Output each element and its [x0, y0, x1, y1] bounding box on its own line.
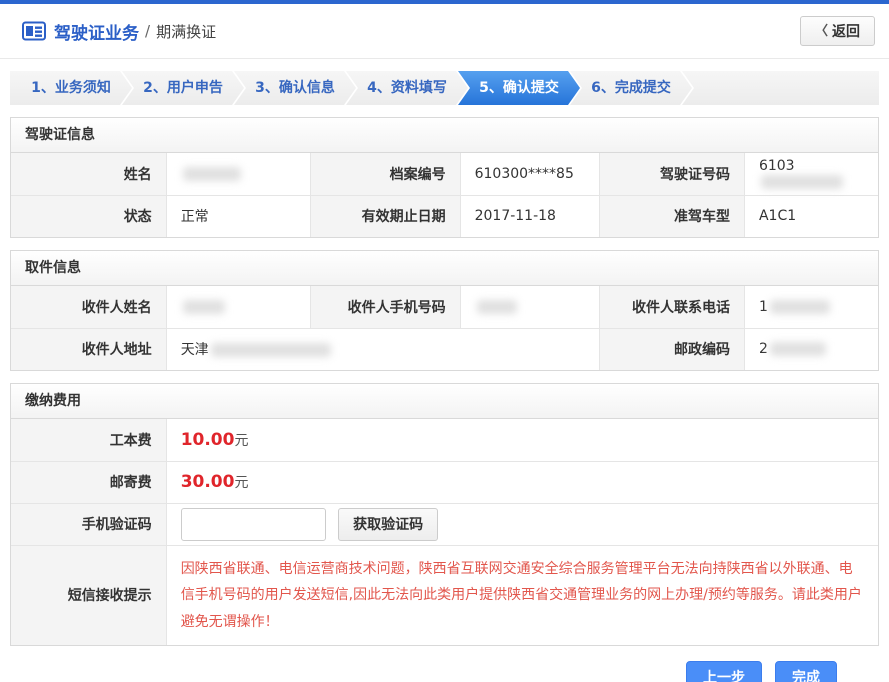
step-1-business-notice[interactable]: 1、业务须知 [10, 71, 132, 105]
field-value-recipient-mobile [460, 286, 600, 328]
field-value-expiry-date: 2017-11-18 [460, 195, 600, 237]
footer-actions: 上一步 完成 [0, 661, 837, 682]
step-wizard: 1、业务须知 2、用户申告 3、确认信息 4、资料填写 5、确认提交 6、完成提… [10, 71, 879, 105]
field-value-license-number: 6103 [744, 153, 878, 195]
step-6-complete-submit[interactable]: 6、完成提交 [570, 71, 692, 105]
table-row: 邮寄费 30.00元 [11, 461, 878, 503]
table-row: 收件人地址 天津 邮政编码 2 [11, 328, 878, 370]
table-row: 姓名 档案编号 610300****85 驾驶证号码 6103 [11, 153, 878, 195]
page-header: 驾驶证业务 / 期满换证 〈 返回 [0, 4, 889, 59]
field-label-expiry-date: 有效期止日期 [310, 195, 460, 237]
field-label-name: 姓名 [11, 153, 166, 195]
step-wizard-filler [682, 71, 879, 105]
fees-table: 工本费 10.00元 邮寄费 30.00元 手机验证码 获取验证码 短信接收提示… [11, 419, 878, 645]
section-fees-title: 缴纳费用 [11, 384, 878, 419]
previous-step-button[interactable]: 上一步 [686, 661, 762, 682]
field-label-recipient-name: 收件人姓名 [11, 286, 166, 328]
field-label-sms-code: 手机验证码 [11, 503, 166, 545]
production-fee-amount: 10.00 [181, 430, 235, 450]
license-info-table: 姓名 档案编号 610300****85 驾驶证号码 6103 状态 正常 有效… [11, 153, 878, 237]
get-sms-code-button[interactable]: 获取验证码 [338, 508, 438, 541]
field-label-production-fee: 工本费 [11, 419, 166, 461]
field-label-recipient-address: 收件人地址 [11, 328, 166, 370]
table-row: 状态 正常 有效期止日期 2017-11-18 准驾车型 A1C1 [11, 195, 878, 237]
masked-value-blur [761, 175, 843, 189]
field-value-mail-fee: 30.00元 [166, 461, 878, 503]
masked-value-blur [477, 300, 517, 314]
section-pickup-title: 取件信息 [11, 251, 878, 286]
field-label-recipient-mobile: 收件人手机号码 [310, 286, 460, 328]
field-label-mail-fee: 邮寄费 [11, 461, 166, 503]
section-pickup-info: 取件信息 收件人姓名 收件人手机号码 收件人联系电话 1 收件人地址 天津 邮政… [10, 250, 879, 371]
table-row: 工本费 10.00元 [11, 419, 878, 461]
step-4-fill-data[interactable]: 4、资料填写 [346, 71, 468, 105]
section-license-title: 驾驶证信息 [11, 118, 878, 153]
mail-fee-amount: 30.00 [181, 472, 235, 492]
field-label-recipient-phone: 收件人联系电话 [600, 286, 745, 328]
masked-value-blur [770, 342, 826, 356]
section-license-info: 驾驶证信息 姓名 档案编号 610300****85 驾驶证号码 6103 状态… [10, 117, 879, 238]
mail-fee-unit: 元 [234, 475, 248, 491]
breadcrumb-separator: / [145, 22, 150, 40]
field-label-sms-notice: 短信接收提示 [11, 545, 166, 645]
table-row: 手机验证码 获取验证码 [11, 503, 878, 545]
masked-value-blur [770, 300, 830, 314]
field-value-status: 正常 [166, 195, 310, 237]
back-button-label: 返回 [832, 17, 860, 45]
field-value-production-fee: 10.00元 [166, 419, 878, 461]
field-value-file-number: 610300****85 [460, 153, 600, 195]
sms-code-input[interactable] [181, 508, 326, 541]
finish-button[interactable]: 完成 [775, 661, 837, 682]
field-value-recipient-address: 天津 [166, 328, 599, 370]
pickup-info-table: 收件人姓名 收件人手机号码 收件人联系电话 1 收件人地址 天津 邮政编码 2 [11, 286, 878, 370]
field-value-name [166, 153, 310, 195]
field-value-vehicle-class: A1C1 [744, 195, 878, 237]
field-label-file-number: 档案编号 [310, 153, 460, 195]
masked-value-blur [211, 343, 331, 357]
field-label-postal-code: 邮政编码 [600, 328, 745, 370]
page-title: 驾驶证业务 [54, 19, 139, 44]
field-label-status: 状态 [11, 195, 166, 237]
table-row: 收件人姓名 收件人手机号码 收件人联系电话 1 [11, 286, 878, 328]
step-3-confirm-info[interactable]: 3、确认信息 [234, 71, 356, 105]
field-label-license-number: 驾驶证号码 [600, 153, 745, 195]
field-value-postal-code: 2 [744, 328, 878, 370]
production-fee-unit: 元 [234, 433, 248, 449]
section-fees: 缴纳费用 工本费 10.00元 邮寄费 30.00元 手机验证码 获取验证码 短… [10, 383, 879, 646]
table-row: 短信接收提示 因陕西省联通、电信运营商技术问题，陕西省互联网交通安全综合服务管理… [11, 545, 878, 645]
back-button[interactable]: 〈 返回 [800, 16, 875, 46]
step-5-confirm-submit[interactable]: 5、确认提交 [458, 71, 580, 105]
field-sms-code: 获取验证码 [166, 503, 878, 545]
field-value-recipient-phone: 1 [744, 286, 878, 328]
masked-value-blur [183, 300, 225, 314]
field-sms-notice: 因陕西省联通、电信运营商技术问题，陕西省互联网交通安全综合服务管理平台无法向持陕… [166, 545, 878, 645]
sms-notice-text: 因陕西省联通、电信运营商技术问题，陕西省互联网交通安全综合服务管理平台无法向持陕… [181, 556, 864, 636]
field-value-recipient-name [166, 286, 310, 328]
license-card-icon [22, 21, 46, 41]
step-2-user-declaration[interactable]: 2、用户申告 [122, 71, 244, 105]
field-label-vehicle-class: 准驾车型 [600, 195, 745, 237]
breadcrumb-current: 期满换证 [156, 21, 216, 42]
masked-value-blur [183, 167, 241, 181]
chevron-left-icon: 〈 [815, 17, 828, 45]
